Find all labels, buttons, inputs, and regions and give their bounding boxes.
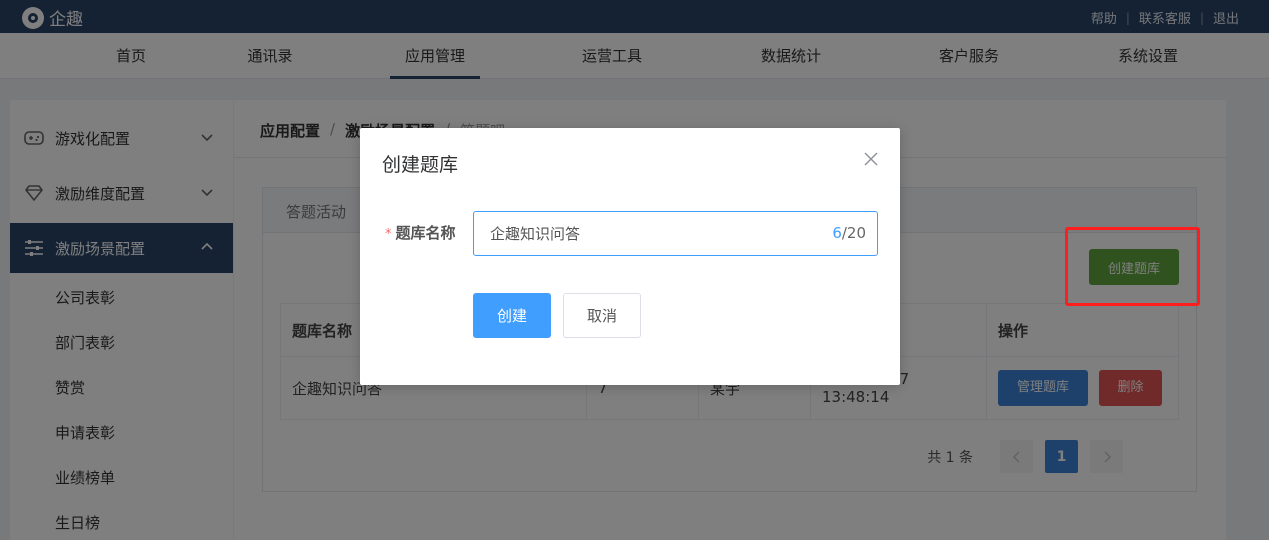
bank-name-field[interactable]: 6/20 xyxy=(473,211,878,256)
cancel-button[interactable]: 取消 xyxy=(563,293,641,338)
char-counter: 6/20 xyxy=(832,224,866,242)
highlight-annotation xyxy=(1065,227,1200,306)
field-label-bank-name: * 题库名称 xyxy=(385,222,456,243)
required-asterisk: * xyxy=(385,227,392,242)
field-label-text: 题库名称 xyxy=(395,224,456,242)
create-question-bank-dialog: 创建题库 *题库名称 6/20 创建 取消 xyxy=(360,128,900,385)
dialog-title: 创建题库 xyxy=(382,154,459,176)
char-count: 6 xyxy=(832,224,842,242)
close-icon[interactable] xyxy=(862,150,880,168)
create-button[interactable]: 创建 xyxy=(473,293,551,338)
bank-name-input[interactable] xyxy=(474,212,824,255)
char-max: /20 xyxy=(841,224,866,242)
